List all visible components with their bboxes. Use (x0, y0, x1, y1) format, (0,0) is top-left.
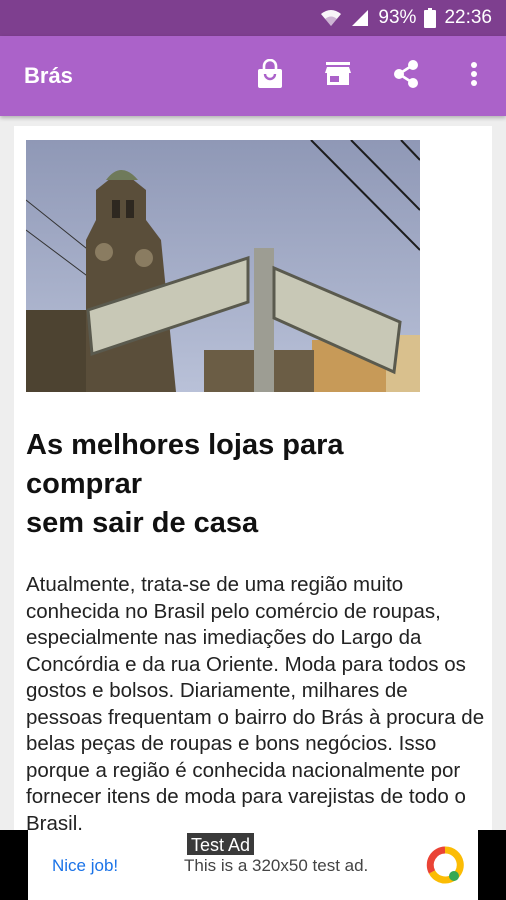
store-icon (324, 61, 352, 92)
clock: 22:36 (444, 7, 492, 28)
article-body: Atualmente, trata-se de uma região muito… (26, 573, 485, 830)
ad-banner[interactable]: Nice job! This is a 320x50 test ad. Test… (0, 830, 506, 900)
article-image (26, 140, 420, 392)
store-button[interactable] (318, 56, 358, 96)
more-options-button[interactable] (454, 56, 494, 96)
wifi-icon (320, 8, 342, 28)
ad-nice-job-link[interactable]: Nice job! (52, 852, 118, 880)
share-icon (392, 59, 420, 94)
app-title: Brás (24, 63, 73, 88)
more-vert-icon (470, 61, 478, 92)
battery-percentage: 93% (378, 7, 417, 28)
status-icons: 93% 22:36 (320, 0, 492, 36)
app-bar: Brás (0, 36, 506, 116)
article-card: As melhores lojas para comprar sem sair … (14, 126, 492, 830)
status-bar: 93% 22:36 (0, 0, 506, 36)
shopping-bag-icon (256, 58, 284, 94)
battery-icon (424, 8, 437, 28)
shopping-bag-button[interactable] (250, 56, 290, 96)
ad-logo-icon[interactable] (426, 846, 464, 884)
test-ad-label: Test Ad (186, 832, 256, 856)
share-button[interactable] (386, 56, 426, 96)
article-headline: As melhores lojas para comprar sem sair … (26, 429, 344, 539)
signal-icon (350, 8, 370, 28)
